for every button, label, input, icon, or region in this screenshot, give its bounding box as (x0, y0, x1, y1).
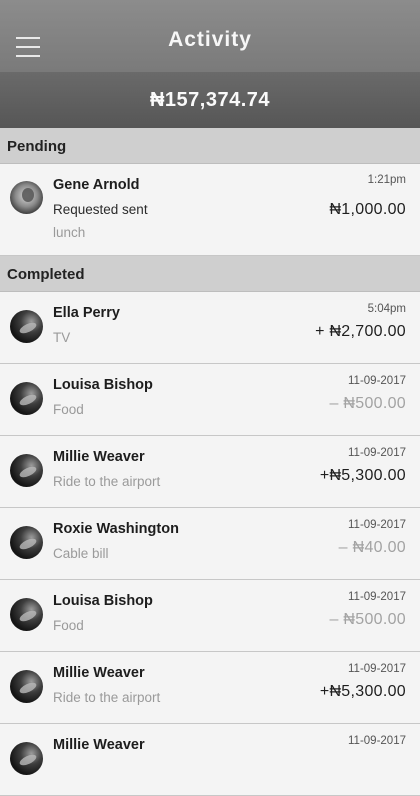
transaction-note: TV (53, 330, 71, 345)
transaction-amount: ₦1,000.00 (329, 201, 406, 218)
transaction-amount: + ₦2,700.00 (315, 323, 406, 340)
completed-transaction-row[interactable]: Millie Weaver 11-09-2017 (0, 724, 420, 796)
contact-name: Gene Arnold (53, 177, 140, 193)
transaction-time: 11-09-2017 (348, 447, 406, 459)
contact-name: Louisa Bishop (53, 377, 153, 393)
transaction-note: Food (53, 402, 84, 417)
completed-transaction-row[interactable]: Louisa Bishop Food 11-09-2017 – ₦500.00 (0, 580, 420, 652)
pending-transaction-row[interactable]: Gene Arnold Requested sent lunch 1:21pm … (0, 164, 420, 256)
transaction-note: lunch (53, 225, 86, 240)
contact-name: Louisa Bishop (53, 593, 153, 609)
avatar (10, 598, 43, 631)
transaction-amount: +₦5,300.00 (319, 683, 406, 700)
completed-transaction-row[interactable]: Ella Perry TV 5:04pm + ₦2,700.00 (0, 292, 420, 364)
contact-name: Millie Weaver (53, 737, 145, 753)
transaction-time: 11-09-2017 (348, 663, 406, 675)
transaction-note: Food (53, 618, 84, 633)
transaction-amount: – ₦40.00 (338, 539, 406, 556)
section-header-completed: Completed (0, 256, 420, 292)
contact-name: Millie Weaver (53, 449, 145, 465)
account-balance: ₦157,374.74 (149, 88, 271, 111)
completed-transaction-row[interactable]: Millie Weaver Ride to the airport 11-09-… (0, 652, 420, 724)
avatar (10, 181, 43, 214)
transaction-note: Ride to the airport (53, 690, 161, 705)
completed-transaction-row[interactable]: Louisa Bishop Food 11-09-2017 – ₦500.00 (0, 364, 420, 436)
section-header-pending: Pending (0, 128, 420, 164)
avatar (10, 382, 43, 415)
avatar (10, 454, 43, 487)
contact-name: Roxie Washington (53, 521, 179, 537)
request-status: Requested sent (53, 202, 148, 217)
transaction-time: 11-09-2017 (348, 591, 406, 603)
transaction-time: 11-09-2017 (348, 375, 406, 387)
transaction-note: Ride to the airport (53, 474, 161, 489)
completed-transaction-row[interactable]: Roxie Washington Cable bill 11-09-2017 –… (0, 508, 420, 580)
contact-name: Millie Weaver (53, 665, 145, 681)
avatar (10, 526, 43, 559)
balance-bar: ₦157,374.74 (0, 72, 420, 128)
transaction-note: Cable bill (53, 546, 109, 561)
avatar (10, 310, 43, 343)
transaction-time: 11-09-2017 (348, 519, 406, 531)
transaction-amount: +₦5,300.00 (319, 467, 406, 484)
transaction-time: 5:04pm (367, 303, 406, 315)
contact-name: Ella Perry (53, 305, 120, 321)
avatar (10, 670, 43, 703)
transaction-time: 11-09-2017 (348, 735, 406, 747)
completed-transaction-row[interactable]: Millie Weaver Ride to the airport 11-09-… (0, 436, 420, 508)
transaction-amount: – ₦500.00 (329, 611, 406, 628)
page-title: Activity (168, 28, 252, 51)
transaction-time: 1:21pm (367, 174, 406, 186)
transaction-amount: – ₦500.00 (329, 395, 406, 412)
app-header: Activity (0, 0, 420, 72)
